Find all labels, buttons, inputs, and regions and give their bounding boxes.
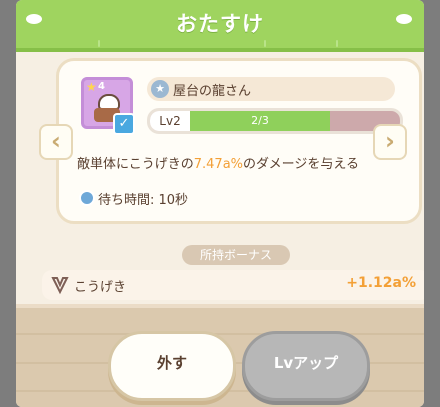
footer-floor-line xyxy=(16,333,424,335)
attack-icon xyxy=(51,277,69,295)
rank-badge-icon: ★ xyxy=(151,80,169,98)
dialog-header: おたすけ xyxy=(16,0,424,52)
level-progress-count: 2/3 xyxy=(251,114,269,127)
grass-decoration xyxy=(264,40,266,47)
description-value: 7.47a% xyxy=(193,157,244,172)
level-up-button[interactable]: Lvアップ xyxy=(242,331,370,401)
game-screen: おたすけ ★ 4 ✓ ★ 屋台の龍さん Lv2 2/3 敵単体にこうげきの7.4… xyxy=(0,0,440,407)
dialog-title: おたすけ xyxy=(176,12,264,36)
helper-card: ★ 4 ✓ ★ 屋台の龍さん Lv2 2/3 敵単体にこうげきの7.47a%のダ… xyxy=(56,58,422,224)
clock-icon xyxy=(79,190,95,206)
star-count: 4 xyxy=(98,81,105,92)
skill-description: 敵単体にこうげきの7.47a%のダメージを与える xyxy=(77,153,359,172)
grass-decoration xyxy=(336,40,338,47)
wait-time-label: 待ち時間: 10秒 xyxy=(98,193,189,208)
wait-time: 待ち時間: 10秒 xyxy=(79,189,188,208)
release-button[interactable]: 外す xyxy=(108,331,236,401)
bonus-title: 所持ボーナス xyxy=(182,245,290,265)
star-icon: ★ xyxy=(86,80,97,94)
level-label: Lv2 xyxy=(150,111,190,131)
helper-name-bar: ★ 屋台の龍さん xyxy=(147,77,395,101)
description-prefix: 敵単体にこうげきの xyxy=(77,157,194,172)
level-progress-bar: Lv2 2/3 xyxy=(147,108,403,134)
bonus-stat-value: +1.12a% xyxy=(346,275,416,291)
helper-name: 屋台の龍さん xyxy=(173,84,252,99)
bonus-row: こうげき +1.12a% xyxy=(42,270,424,300)
description-suffix: のダメージを与える xyxy=(243,157,359,172)
grass-decoration xyxy=(98,40,100,47)
check-icon: ✓ xyxy=(113,113,135,135)
helper-dialog: おたすけ ★ 4 ✓ ★ 屋台の龍さん Lv2 2/3 敵単体にこうげきの7.4… xyxy=(16,0,424,407)
bonus-stat-label: こうげき xyxy=(74,280,127,295)
previous-arrow-button[interactable]: ‹ xyxy=(39,124,73,160)
next-arrow-button[interactable]: › xyxy=(373,124,407,160)
